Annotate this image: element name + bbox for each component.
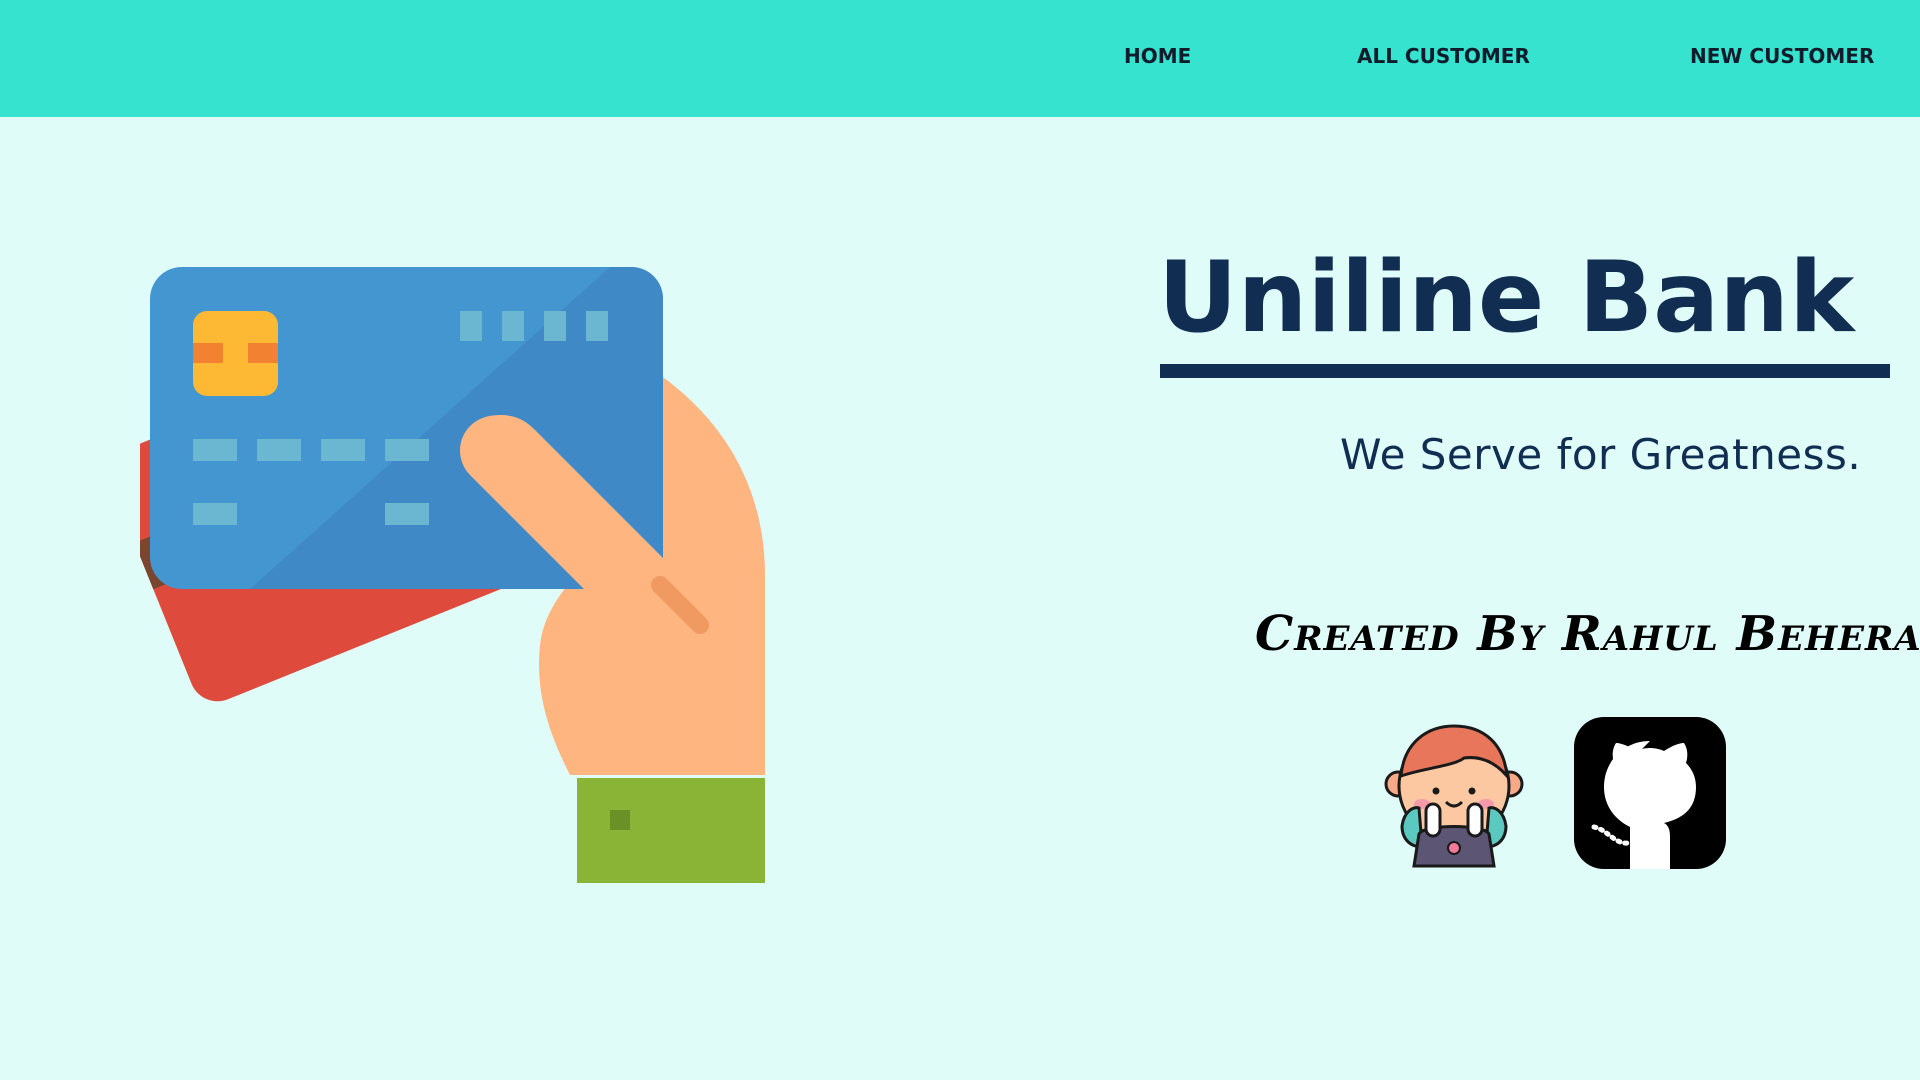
nav-home-link[interactable]: HOME bbox=[1124, 44, 1191, 68]
creator-credit: Created By Rahul Behera bbox=[1255, 606, 1920, 662]
avatar-icon[interactable] bbox=[1384, 716, 1524, 868]
github-icon[interactable] bbox=[1574, 717, 1726, 869]
nav-all-customer-link[interactable]: ALL CUSTOMER bbox=[1357, 44, 1530, 68]
nav-new-customer-link[interactable]: NEW CUSTOMER bbox=[1690, 44, 1874, 68]
hand-holding-credit-cards-icon bbox=[140, 267, 765, 883]
tagline: We Serve for Greatness. bbox=[1340, 430, 1862, 479]
navbar: HOME ALL CUSTOMER NEW CUSTOMER bbox=[0, 0, 1920, 117]
bank-title: Uniline Bank bbox=[1158, 241, 1855, 355]
title-underline bbox=[1160, 364, 1890, 378]
